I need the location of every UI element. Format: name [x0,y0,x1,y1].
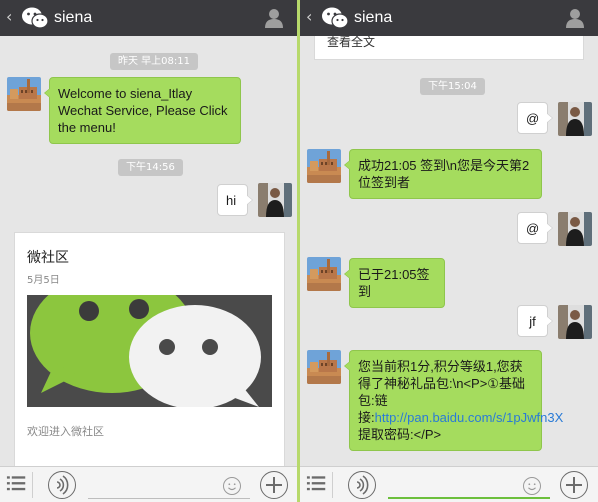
person-icon[interactable] [265,8,283,28]
official-account-avatar[interactable] [307,149,341,183]
user-avatar[interactable] [558,212,592,246]
timestamp: 下午14:56 [118,159,183,176]
official-account-avatar[interactable] [307,350,341,384]
voice-icon[interactable] [48,471,76,499]
emoji-icon[interactable] [223,477,241,495]
input-bar [0,466,297,502]
baidu-pan-link[interactable]: http://pan.baidu.com/s/1pJwfn3X [375,410,564,425]
plus-icon[interactable] [260,471,288,499]
timestamp: 昨天 早上08:11 [110,53,198,70]
message-bubble-at: @ [517,102,553,134]
top-bar: ‹ siena [0,0,297,36]
person-icon[interactable] [566,8,584,28]
card-date: 5月5日 [27,275,60,286]
timestamp: 下午15:04 [420,78,485,95]
user-avatar[interactable] [258,183,292,217]
voice-icon[interactable] [348,471,376,499]
right-chat-screen: 查看全文 ‹ siena 下午15:04 @ 成功21:05 签到\n您是今天第… [300,0,598,502]
card-footer: 欢迎进入微社区 [27,425,104,438]
article-card[interactable]: 微社区 5月5日 欢迎进入微社区 [14,232,285,470]
left-chat-screen: ‹ siena 昨天 早上08:11 Welcome to siena_Itla… [0,0,297,502]
message-bubble-welcome: Welcome to siena_Itlay Wechat Service, P… [44,77,241,144]
input-bar [300,466,598,502]
emoji-icon[interactable] [523,477,541,495]
message-bubble-points: 您当前积1分,积分等级1,您获得了神秘礼品包:\n<P>①基础包:链接:http… [344,350,563,451]
back-icon[interactable]: ‹ [6,8,12,26]
user-avatar[interactable] [558,305,592,339]
message-bubble-jf: jf [517,305,553,337]
read-full-article-link[interactable]: 查看全文 [314,35,584,60]
wechat-logo-image [27,295,272,407]
menu-list-icon[interactable] [305,472,333,498]
top-bar: ‹ siena [300,0,598,36]
message-bubble-signin: 成功21:05 签到\n您是今天第2位签到者 [344,149,542,199]
menu-list-icon[interactable] [5,472,33,498]
card-cover-image [27,295,272,407]
message-bubble-already-signed: 已于21:05签到 [344,258,445,308]
back-icon[interactable]: ‹ [306,8,312,26]
message-bubble-hi: hi [217,184,253,216]
points-password-text: 提取密码:</P> [358,427,442,442]
user-avatar[interactable] [558,102,592,136]
chat-title: siena [54,9,93,26]
wechat-logo-icon [321,6,349,29]
official-account-avatar[interactable] [7,77,41,111]
message-bubble-at: @ [517,212,553,244]
plus-icon[interactable] [560,471,588,499]
wechat-logo-icon [21,6,49,29]
card-title: 微社区 [27,250,69,266]
official-account-avatar[interactable] [307,257,341,291]
chat-title: siena [354,9,393,26]
